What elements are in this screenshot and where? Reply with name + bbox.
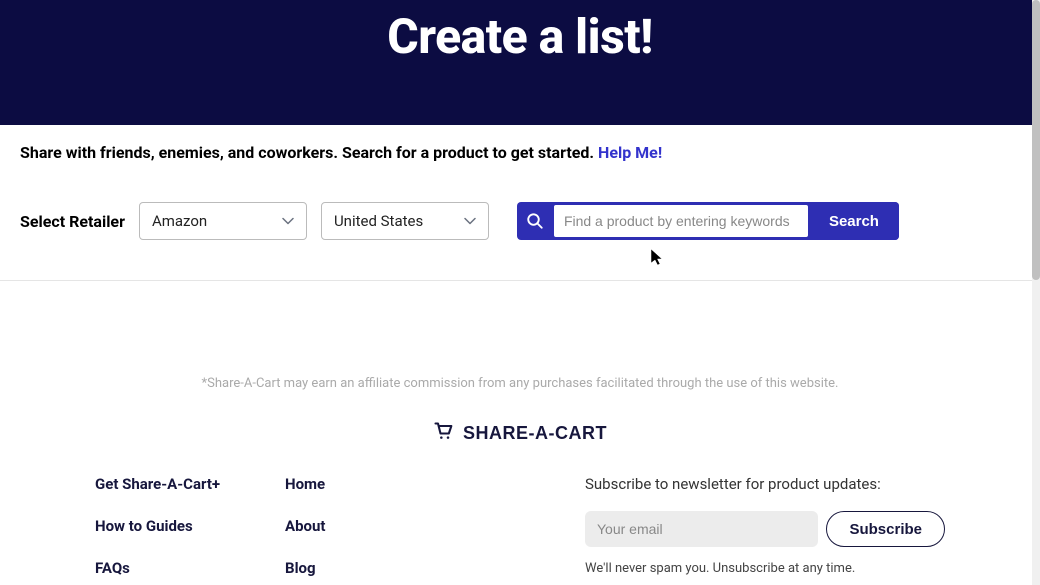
footer-col-1: Get Share-A-Cart+ How to Guides FAQs	[95, 475, 235, 577]
newsletter-section: Subscribe to newsletter for product upda…	[585, 475, 945, 577]
link-how-to-guides[interactable]: How to Guides	[95, 517, 235, 535]
search-row: Select Retailer Amazon United States Sea…	[0, 172, 1040, 280]
chevron-down-icon	[282, 214, 294, 228]
country-dropdown[interactable]: United States	[321, 202, 489, 240]
link-about[interactable]: About	[285, 517, 425, 535]
link-get-share-a-cart[interactable]: Get Share-A-Cart+	[95, 475, 235, 493]
search-button[interactable]: Search	[809, 202, 899, 240]
select-retailer-label: Select Retailer	[20, 212, 125, 231]
newsletter-row: Subscribe	[585, 511, 945, 547]
help-me-link[interactable]: Help Me!	[598, 143, 662, 162]
instructions-text: Share with friends, enemies, and coworke…	[0, 125, 1040, 172]
instructions-span: Share with friends, enemies, and coworke…	[20, 143, 598, 162]
footer: Get Share-A-Cart+ How to Guides FAQs Hom…	[0, 475, 1040, 577]
scrollbar-track[interactable]	[1032, 0, 1040, 585]
affiliate-disclaimer: *Share-A-Cart may earn an affiliate comm…	[0, 281, 1040, 411]
retailer-dropdown[interactable]: Amazon	[139, 202, 307, 240]
footer-col-2: Home About Blog	[285, 475, 425, 577]
link-home[interactable]: Home	[285, 475, 425, 493]
cart-icon	[433, 421, 453, 445]
search-input[interactable]	[553, 204, 809, 238]
search-icon	[517, 202, 553, 240]
country-value: United States	[334, 212, 423, 230]
page-title: Create a list!	[387, 8, 653, 65]
email-field[interactable]	[585, 511, 818, 547]
hero-section: Create a list!	[0, 0, 1040, 125]
brand-name: SHARE-A-CART	[463, 423, 607, 444]
link-blog[interactable]: Blog	[285, 559, 425, 577]
brand-logo: SHARE-A-CART	[0, 411, 1040, 475]
search-box: Search	[517, 202, 899, 240]
scrollbar-thumb[interactable]	[1032, 0, 1040, 280]
link-faqs[interactable]: FAQs	[95, 559, 235, 577]
newsletter-title: Subscribe to newsletter for product upda…	[585, 475, 945, 493]
chevron-down-icon	[464, 214, 476, 228]
retailer-value: Amazon	[152, 212, 207, 230]
subscribe-button[interactable]: Subscribe	[826, 511, 945, 547]
newsletter-note: We'll never spam you. Unsubscribe at any…	[585, 561, 945, 576]
